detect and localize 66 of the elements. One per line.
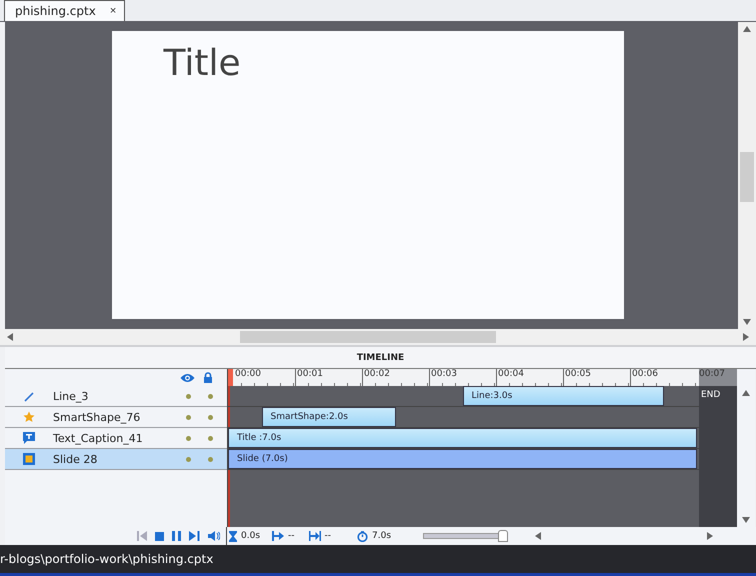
text-caption-icon [23,432,35,444]
layer-name: Slide 28 [53,452,98,466]
play-to-end-button[interactable] [189,531,200,541]
end-time-icon [308,531,321,541]
end-time: -- [324,531,332,541]
file-path: r-blogs\portfolio-work\phishing.cptx [0,552,214,566]
stop-button[interactable] [155,532,164,540]
scroll-left-arrow-icon[interactable] [6,333,14,341]
visibility-dot[interactable] [186,436,191,440]
stopwatch-icon [357,530,368,542]
speaker-button[interactable] [208,531,220,541]
star-icon [23,411,35,423]
scroll-left-arrow-icon[interactable] [534,532,542,540]
vertical-scrollbar[interactable] [738,22,756,329]
eye-icon [180,372,195,382]
scroll-right-arrow-icon[interactable] [706,532,714,540]
timeline-bar[interactable]: Slide (7.0s) [228,449,697,469]
close-button[interactable]: × [110,5,116,17]
timeline-heading: TIMELINE [5,347,756,369]
lock-dot[interactable] [208,456,213,462]
document-tab[interactable]: phishing.cptx × [4,0,126,21]
timeline-scrollbar[interactable] [737,369,755,527]
layer-name: SmartShape_76 [53,410,142,424]
lock-dot[interactable] [208,436,213,440]
layer-row[interactable]: SmartShape_76 [5,407,227,428]
duration: 7.0s [372,531,392,541]
scrollbar-thumb[interactable] [240,331,496,343]
slide-icon [23,453,35,465]
scroll-up-arrow-icon[interactable] [742,389,750,397]
horizontal-scrollbar[interactable] [0,329,756,347]
slide-title: Title [164,43,241,84]
layer-row[interactable]: Line_3 [5,386,227,407]
lock-dot[interactable] [208,394,213,398]
ruler-tick-label: 00:01 [295,369,362,386]
scroll-down-arrow-icon[interactable] [743,318,751,326]
line-icon [23,390,35,402]
layer-row[interactable]: Slide 28 [5,449,227,470]
ruler-tick-label: 00:06 [630,369,697,386]
start-time-icon [272,531,284,541]
scroll-up-arrow-icon[interactable] [743,25,751,33]
lock-icon [203,372,213,383]
rewind-button[interactable] [137,531,147,541]
hourglass-icon [229,530,237,542]
pause-button[interactable] [172,531,181,541]
layer-name: Text_Caption_41 [53,432,144,444]
ruler-tick-label: 00:04 [496,369,563,386]
ruler-tick-label: 00:07 [699,369,737,386]
current-time: 0.0s [241,531,260,541]
scroll-down-arrow-icon[interactable] [742,516,750,524]
tab-label: phishing.cptx [15,4,96,18]
start-time: -- [288,531,295,541]
visibility-dot[interactable] [186,456,191,462]
visibility-dot[interactable] [186,394,191,398]
ruler-tick-label: 00:03 [429,369,496,386]
visibility-dot[interactable] [186,414,191,420]
scroll-right-arrow-icon[interactable] [742,333,750,341]
timeline-bar[interactable]: Title :7.0s [228,428,697,448]
layer-name: Line_3 [53,390,90,402]
lock-dot[interactable] [208,414,213,420]
end-marker-label: END [700,389,722,402]
timeline-bar[interactable]: SmartShape:2.0s [262,407,396,427]
scrollbar-thumb[interactable] [740,152,754,202]
zoom-slider-thumb[interactable] [498,530,508,542]
timeline-bar[interactable]: Line:3.0s [462,386,664,406]
ruler-tick-label: 00:05 [563,369,630,386]
ruler-tick-label: 00:02 [362,369,429,386]
